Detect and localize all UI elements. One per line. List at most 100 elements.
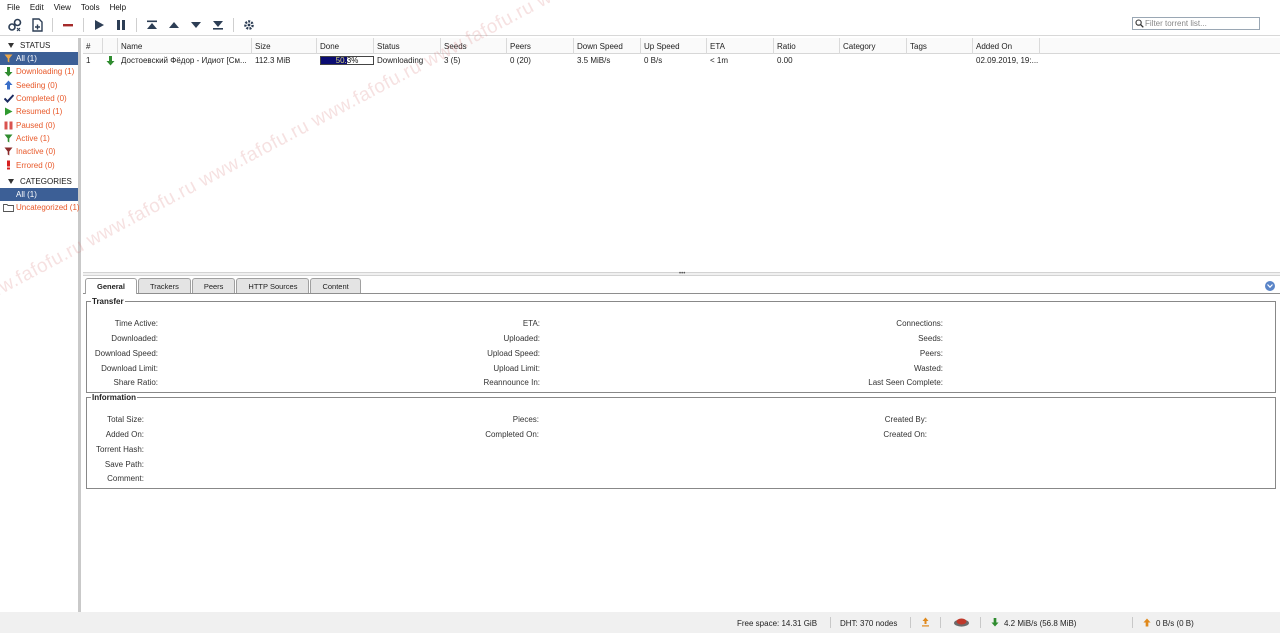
label-comment: Comment: bbox=[107, 474, 144, 483]
sidebar-item-all[interactable]: All (1) bbox=[0, 52, 78, 66]
column-header-peers[interactable]: Peers bbox=[507, 38, 574, 54]
column-header-added-on[interactable]: Added On bbox=[973, 38, 1040, 54]
toolbar-separator bbox=[83, 17, 84, 32]
column-header-size[interactable]: Size bbox=[252, 38, 317, 54]
options-button[interactable] bbox=[238, 15, 260, 35]
toolbar-separator bbox=[136, 17, 137, 32]
tab-content[interactable]: Content bbox=[310, 278, 361, 293]
upload-speed-label[interactable]: 0 B/s (0 B) bbox=[1156, 619, 1194, 628]
label-share-ratio: Share Ratio: bbox=[113, 378, 158, 387]
remove-icon bbox=[63, 23, 73, 26]
category-item-all[interactable]: All (1) bbox=[0, 187, 78, 201]
arrow-up-icon bbox=[169, 21, 179, 28]
column-header-number[interactable]: # bbox=[83, 38, 103, 54]
download-speed-label[interactable]: 4.2 MiB/s (56.8 MiB) bbox=[1004, 619, 1076, 628]
alt-speed-icon[interactable] bbox=[921, 617, 930, 629]
column-header-done[interactable]: Done bbox=[317, 38, 374, 54]
column-header-down-speed[interactable]: Down Speed bbox=[574, 38, 641, 54]
play-icon bbox=[3, 106, 14, 117]
label-created-on: Created On: bbox=[883, 430, 927, 439]
column-header-eta[interactable]: ETA bbox=[707, 38, 774, 54]
column-header-tags[interactable]: Tags bbox=[907, 38, 973, 54]
label-completed-on: Completed On: bbox=[485, 430, 539, 439]
sidebar: STATUS All (1) Downloading (1) Seeding (… bbox=[0, 38, 81, 612]
sidebar-item-paused[interactable]: Paused (0) bbox=[0, 118, 78, 131]
column-header-seeds[interactable]: Seeds bbox=[441, 38, 507, 54]
statusbar-separator bbox=[980, 617, 981, 628]
column-header-status[interactable]: Status bbox=[374, 38, 441, 54]
free-space-label: Free space: 14.31 GiB bbox=[737, 619, 818, 628]
transfer-group: Transfer Time Active: Downloaded: Downlo… bbox=[86, 297, 1276, 393]
sidebar-item-completed[interactable]: Completed (0) bbox=[0, 92, 78, 105]
arrow-down-icon bbox=[191, 21, 201, 28]
menu-tools[interactable]: Tools bbox=[78, 3, 107, 12]
table-row[interactable]: 1 Достоевский Фёдор - Идиот [См... 112.3… bbox=[83, 54, 1280, 67]
sidebar-item-active[interactable]: Active (1) bbox=[0, 132, 78, 145]
menu-help[interactable]: Help bbox=[107, 3, 133, 12]
remove-torrent-button[interactable] bbox=[57, 15, 79, 35]
information-group: Information Total Size: Added On: Torren… bbox=[86, 393, 1276, 489]
pause-icon bbox=[3, 120, 14, 131]
search-input[interactable] bbox=[1145, 19, 1255, 28]
search-icon bbox=[1133, 19, 1145, 28]
column-header-name[interactable]: Name bbox=[118, 38, 252, 54]
tab-http-sources[interactable]: HTTP Sources bbox=[236, 278, 310, 293]
link-icon bbox=[8, 18, 22, 31]
status-header[interactable]: STATUS bbox=[0, 39, 78, 52]
menu-bar: File Edit View Tools Help bbox=[0, 0, 1280, 14]
torrent-list-header: # Name Size Done Status Seeds Peers Down… bbox=[83, 38, 1280, 54]
category-item-uncategorized[interactable]: Uncategorized (1) bbox=[0, 201, 80, 214]
cell-added-on: 02.09.2019, 19:... bbox=[976, 56, 1039, 65]
cell-ratio: 0.00 bbox=[777, 56, 793, 65]
download-arrow-icon bbox=[106, 55, 115, 65]
sidebar-item-downloading[interactable]: Downloading (1) bbox=[0, 65, 78, 78]
tab-general[interactable]: General bbox=[85, 278, 137, 294]
connection-status-icon[interactable] bbox=[953, 617, 970, 629]
label-pieces: Pieces: bbox=[512, 415, 539, 424]
play-icon bbox=[95, 19, 104, 30]
menu-file[interactable]: File bbox=[4, 3, 27, 12]
move-top-icon bbox=[147, 20, 157, 29]
filter-inactive-icon bbox=[3, 146, 14, 157]
sidebar-item-inactive[interactable]: Inactive (0) bbox=[0, 145, 78, 158]
label-save-path: Save Path: bbox=[104, 460, 144, 469]
information-legend: Information bbox=[92, 393, 136, 402]
move-down-button[interactable] bbox=[185, 15, 207, 35]
general-panel: Transfer Time Active: Downloaded: Downlo… bbox=[83, 295, 1280, 612]
pause-button[interactable] bbox=[110, 15, 132, 35]
statusbar-separator bbox=[1132, 617, 1133, 628]
column-header-ratio[interactable]: Ratio bbox=[774, 38, 840, 54]
column-header-state[interactable] bbox=[103, 38, 118, 54]
tab-trackers[interactable]: Trackers bbox=[137, 278, 191, 293]
menu-view[interactable]: View bbox=[51, 3, 78, 12]
move-up-button[interactable] bbox=[163, 15, 185, 35]
cell-number: 1 bbox=[86, 56, 91, 65]
statusbar-separator bbox=[910, 617, 911, 628]
cell-size: 112.3 MiB bbox=[255, 56, 291, 65]
sidebar-item-resumed[interactable]: Resumed (1) bbox=[0, 105, 78, 118]
cell-state bbox=[103, 54, 118, 67]
tab-peers[interactable]: Peers bbox=[191, 278, 236, 293]
panel-splitter[interactable]: ••• bbox=[83, 271, 1280, 277]
collapse-panel-button[interactable] bbox=[1265, 281, 1275, 291]
label-last-seen-complete: Last Seen Complete: bbox=[868, 378, 943, 387]
sidebar-item-errored[interactable]: Errored (0) bbox=[0, 158, 78, 171]
add-torrent-file-button[interactable] bbox=[26, 15, 48, 35]
resume-button[interactable] bbox=[88, 15, 110, 35]
detail-tabs: General Trackers Peers HTTP Sources Cont… bbox=[83, 278, 1280, 294]
sidebar-item-seeding[interactable]: Seeding (0) bbox=[0, 79, 78, 92]
move-bottom-button[interactable] bbox=[207, 15, 229, 35]
column-header-category[interactable]: Category bbox=[840, 38, 907, 54]
statusbar-separator bbox=[940, 617, 941, 628]
menu-edit[interactable]: Edit bbox=[27, 3, 51, 12]
move-top-button[interactable] bbox=[141, 15, 163, 35]
filter-active-icon bbox=[3, 133, 14, 144]
column-header-up-speed[interactable]: Up Speed bbox=[641, 38, 707, 54]
cell-up-speed: 0 B/s bbox=[644, 56, 663, 65]
torrent-list: # Name Size Done Status Seeds Peers Down… bbox=[83, 38, 1280, 272]
label-reannounce-in: Reannounce In: bbox=[483, 378, 541, 387]
add-torrent-link-button[interactable] bbox=[4, 15, 26, 35]
chevron-down-icon bbox=[1267, 284, 1273, 288]
gear-icon bbox=[244, 19, 254, 30]
categories-header[interactable]: CATEGORIES bbox=[0, 175, 78, 188]
